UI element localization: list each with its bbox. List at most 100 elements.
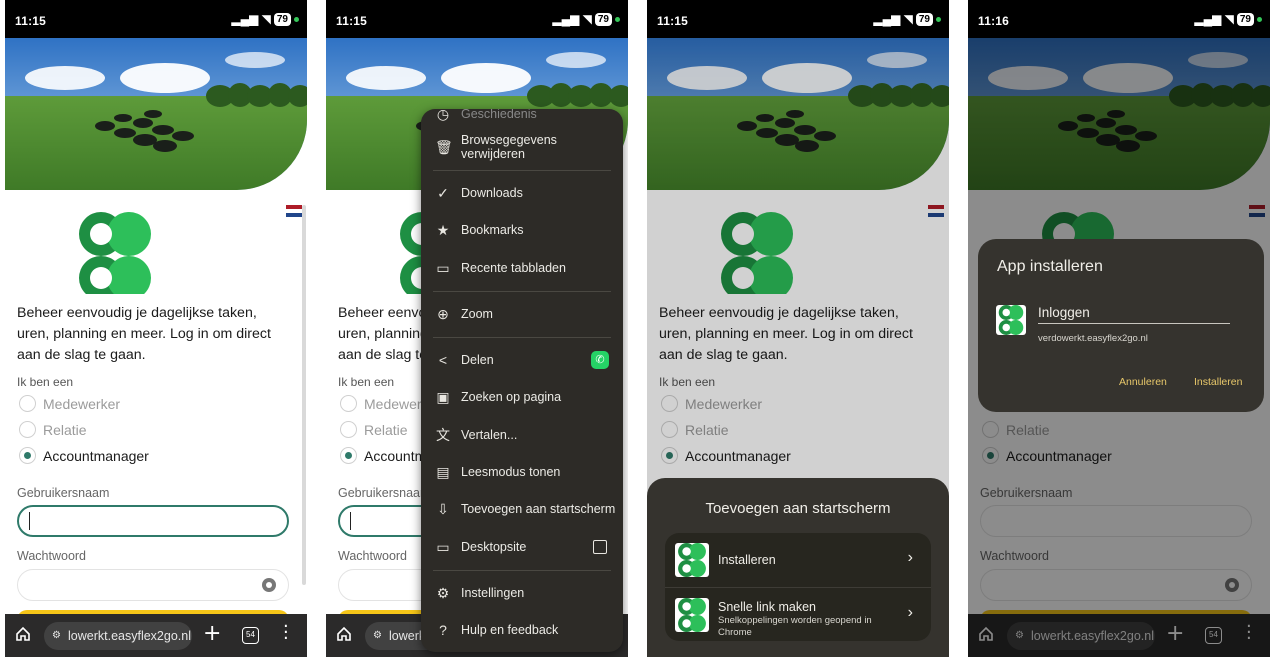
status-bar: 11:15 ▂▄▆ ◥ 79 — [647, 0, 949, 38]
signal-icon: ▂▄▆ ◥ — [552, 12, 592, 26]
install-button[interactable]: Installeren — [1194, 376, 1242, 388]
status-icons: ▂▄▆ ◥ 79 — [231, 12, 299, 26]
new-tab-icon[interactable]: + — [203, 621, 221, 646]
app-name-underline — [1038, 323, 1230, 324]
history-icon: ◷ — [436, 109, 450, 122]
cancel-button[interactable]: Annuleren — [1119, 376, 1167, 388]
radio-circle[interactable] — [19, 395, 36, 412]
scrollbar[interactable] — [302, 205, 306, 585]
menu-item-downloads[interactable]: ✓ Downloads — [421, 178, 623, 208]
shortcut-option[interactable]: Snelle link maken Snelkoppelingen worden… — [665, 588, 931, 642]
app-icon — [996, 305, 1026, 335]
menu-item-find[interactable]: ▣ Zoeken op pagina — [421, 382, 623, 412]
url-bar[interactable]: ⚙lowerkt.easyflex2go.nl — [44, 622, 192, 650]
find-icon: ▣ — [436, 388, 450, 405]
status-bar: 11:16 ▂▄▆ ◥ 79 — [968, 0, 1270, 38]
menu-item-zoom[interactable]: ⊕ Zoom — [421, 299, 623, 329]
radio-relatie[interactable]: Relatie — [340, 421, 408, 438]
radio-medewerker[interactable]: Medewerker — [19, 395, 120, 412]
add-home-icon: ⇩ — [437, 500, 449, 517]
menu-item-help[interactable]: ? Hulp en feedback — [421, 615, 623, 645]
site-settings-icon[interactable]: ⚙ — [373, 622, 382, 650]
radio-circle[interactable] — [340, 421, 357, 438]
tab-switcher-button[interactable]: 54 — [242, 627, 259, 644]
role-label: Ik ben een — [17, 375, 74, 389]
chevron-right-icon: › — [907, 549, 913, 566]
sheet-title: Toevoegen aan startscherm — [705, 500, 891, 517]
username-label: Gebruikersnaam — [17, 486, 110, 500]
status-icons: ▂▄▆ ◥ 79 — [552, 12, 620, 26]
password-label: Wachtwoord — [338, 549, 408, 563]
menu-item-add-to-home[interactable]: ⇩ Toevoegen aan startscherm — [421, 494, 623, 524]
browser-bottom-bar: ⚙ lowerkt.easyflex2go.nl + 54 · · · — [5, 614, 307, 657]
sheet-options: Installeren › Snelle link maken Snelkopp… — [665, 533, 931, 641]
app-name-field[interactable]: Inloggen — [1038, 305, 1090, 320]
radio-circle[interactable] — [19, 421, 36, 438]
zoom-icon: ⊕ — [437, 305, 449, 322]
translate-icon: 文 — [436, 427, 450, 443]
chrome-overflow-menu: ◷ Geschiedenis 🗑 Browsegegevens verwijdere… — [421, 109, 623, 652]
share-icon: < — [438, 352, 448, 368]
show-password-icon[interactable] — [262, 578, 276, 592]
radio-circle[interactable] — [340, 395, 357, 412]
shortcut-icon — [675, 598, 709, 632]
desktop-icon: ▭ — [436, 538, 450, 555]
install-option[interactable]: Installeren › — [665, 533, 931, 587]
signal-icon: ▂▄▆ ◥ — [873, 12, 913, 26]
privacy-dot-icon — [294, 16, 299, 22]
devices-icon: ▭ — [436, 259, 450, 276]
language-flag-icon[interactable] — [286, 205, 302, 217]
reader-icon: ▤ — [436, 463, 450, 480]
radio-circle[interactable] — [19, 447, 36, 464]
menu-divider — [433, 570, 611, 571]
status-time: 11:16 — [978, 14, 1010, 28]
menu-item-recent-tabs[interactable]: ▭ Recente tabbladen — [421, 253, 623, 283]
phone-screen-menu: 11:15 ▂▄▆ ◥ 79 Beheer eenvoudig je dagel… — [326, 0, 628, 657]
trash-icon: 🗑 — [435, 138, 453, 155]
radio-accountmanager[interactable]: Accountmanager — [19, 447, 149, 464]
desktop-site-checkbox[interactable] — [593, 540, 607, 554]
menu-divider — [433, 170, 611, 171]
settings-icon: ⚙ — [436, 584, 450, 601]
status-bar: 11:15 ▂▄▆ ◥ 79 — [5, 0, 307, 38]
whatsapp-icon[interactable]: ✆ — [591, 351, 609, 369]
site-settings-icon[interactable]: ⚙ — [52, 622, 61, 650]
menu-item-translate[interactable]: 文 Vertalen... — [421, 420, 623, 450]
home-icon[interactable] — [336, 626, 352, 642]
username-input[interactable] — [17, 505, 289, 537]
password-input[interactable] — [17, 569, 289, 601]
menu-item-clear-data[interactable]: 🗑 Browsegegevens verwijderen — [421, 132, 623, 162]
phone-screen-login: 11:15 ▂▄▆ ◥ 79 Beheer eenvoudig je dagel… — [5, 0, 307, 657]
status-time: 11:15 — [336, 14, 368, 28]
battery-icon: 79 — [273, 12, 291, 26]
battery-icon: 79 — [594, 12, 612, 26]
hero-image — [5, 38, 307, 190]
menu-item-desktop-site[interactable]: ▭ Desktopsite — [421, 532, 623, 562]
chevron-right-icon: › — [907, 604, 913, 621]
intro-text: Beheer eenvoudig je dagelijkse taken, ur… — [17, 305, 271, 363]
menu-item-bookmarks[interactable]: ★ Bookmarks — [421, 215, 623, 245]
username-label: Gebruikersnaam — [338, 486, 431, 500]
menu-item-reader-mode[interactable]: ▤ Leesmodus tonen — [421, 457, 623, 487]
menu-divider — [433, 291, 611, 292]
app-url: verdowerkt.easyflex2go.nl — [1038, 333, 1148, 344]
more-menu-icon[interactable]: · · · — [283, 618, 289, 648]
password-label: Wachtwoord — [17, 549, 87, 563]
menu-item-settings[interactable]: ⚙ Instellingen — [421, 578, 623, 608]
download-icon: ✓ — [437, 184, 449, 201]
signal-icon: ▂▄▆ ◥ — [231, 12, 271, 26]
role-label: Ik ben een — [338, 375, 395, 389]
help-icon: ? — [439, 622, 447, 638]
status-time: 11:15 — [657, 14, 689, 28]
radio-relatie[interactable]: Relatie — [19, 421, 87, 438]
app-icon — [675, 543, 709, 577]
status-time: 11:15 — [15, 14, 47, 28]
menu-item-share[interactable]: < Delen ✆ — [421, 345, 623, 375]
add-to-home-sheet: Toevoegen aan startscherm Installeren › … — [647, 478, 949, 657]
star-icon: ★ — [436, 221, 450, 238]
home-icon[interactable] — [15, 626, 31, 642]
privacy-dot-icon — [615, 16, 620, 22]
menu-item-history[interactable]: ◷ Geschiedenis — [421, 109, 623, 129]
radio-circle[interactable] — [340, 447, 357, 464]
privacy-dot-icon — [936, 16, 941, 22]
